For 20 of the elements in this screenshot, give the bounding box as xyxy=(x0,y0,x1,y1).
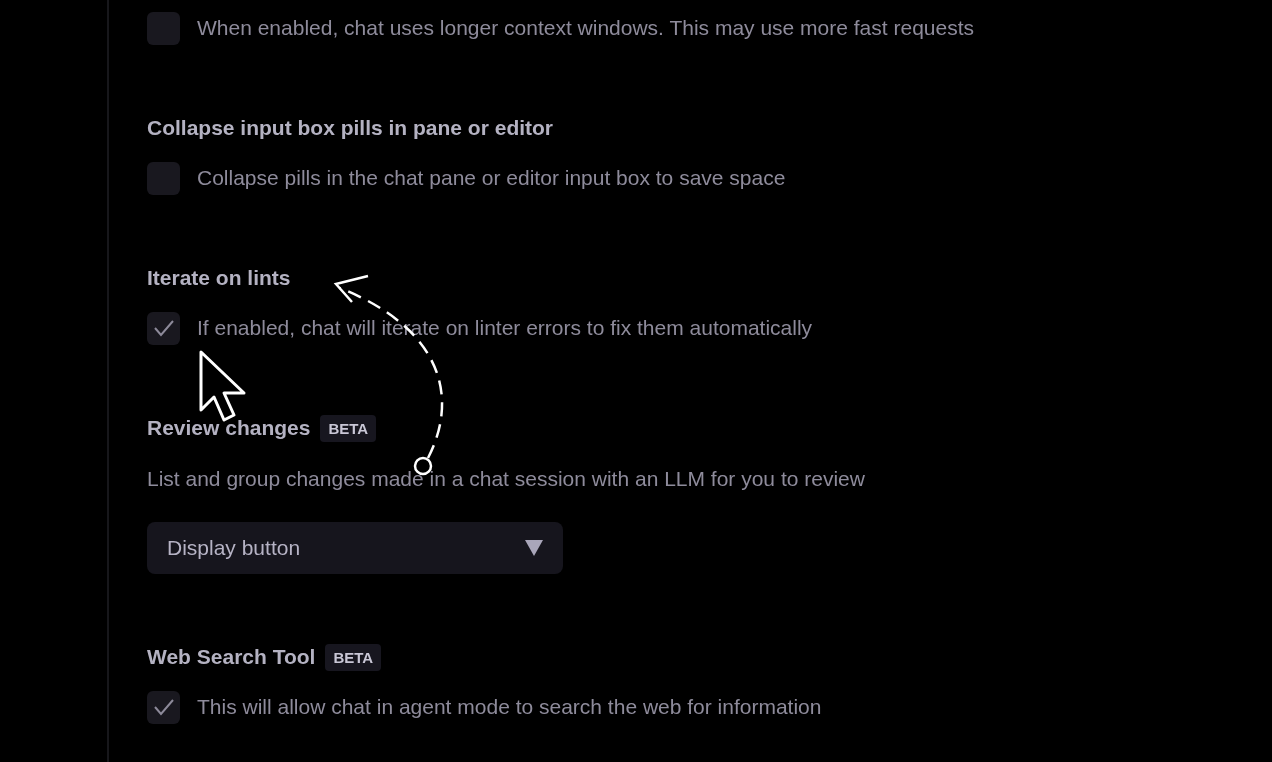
check-icon xyxy=(152,698,175,716)
checkbox[interactable] xyxy=(147,690,180,724)
checkbox[interactable] xyxy=(147,11,180,45)
beta-badge: BETA xyxy=(325,643,382,671)
setting-description: List and group changes made in a chat session with an LLM for you to review xyxy=(147,466,866,492)
mouse-pointer-icon xyxy=(199,350,246,422)
dropdown[interactable]: Display button xyxy=(147,522,563,574)
setting-description: If enabled, chat will iterate on linter errors to fix them automatically xyxy=(197,315,813,341)
checkbox[interactable] xyxy=(147,311,180,345)
caret-icon xyxy=(525,540,543,556)
checkbox[interactable] xyxy=(147,161,180,195)
setting-description: This will allow chat in agent mode to search the web for information xyxy=(197,694,822,720)
setting-title: Review changes xyxy=(147,416,311,440)
check-icon xyxy=(152,319,175,337)
setting-description: When enabled, chat uses longer context windows. This may use more fast requests xyxy=(197,15,974,41)
setting-title: Iterate on lints xyxy=(147,266,291,290)
setting-description: Collapse pills in the chat pane or editor input box to save space xyxy=(197,165,786,191)
beta-badge: BETA xyxy=(320,414,377,442)
setting-title: Collapse input box pills in pane or editor xyxy=(147,116,554,140)
setting-title: Web Search Tool xyxy=(147,645,316,669)
